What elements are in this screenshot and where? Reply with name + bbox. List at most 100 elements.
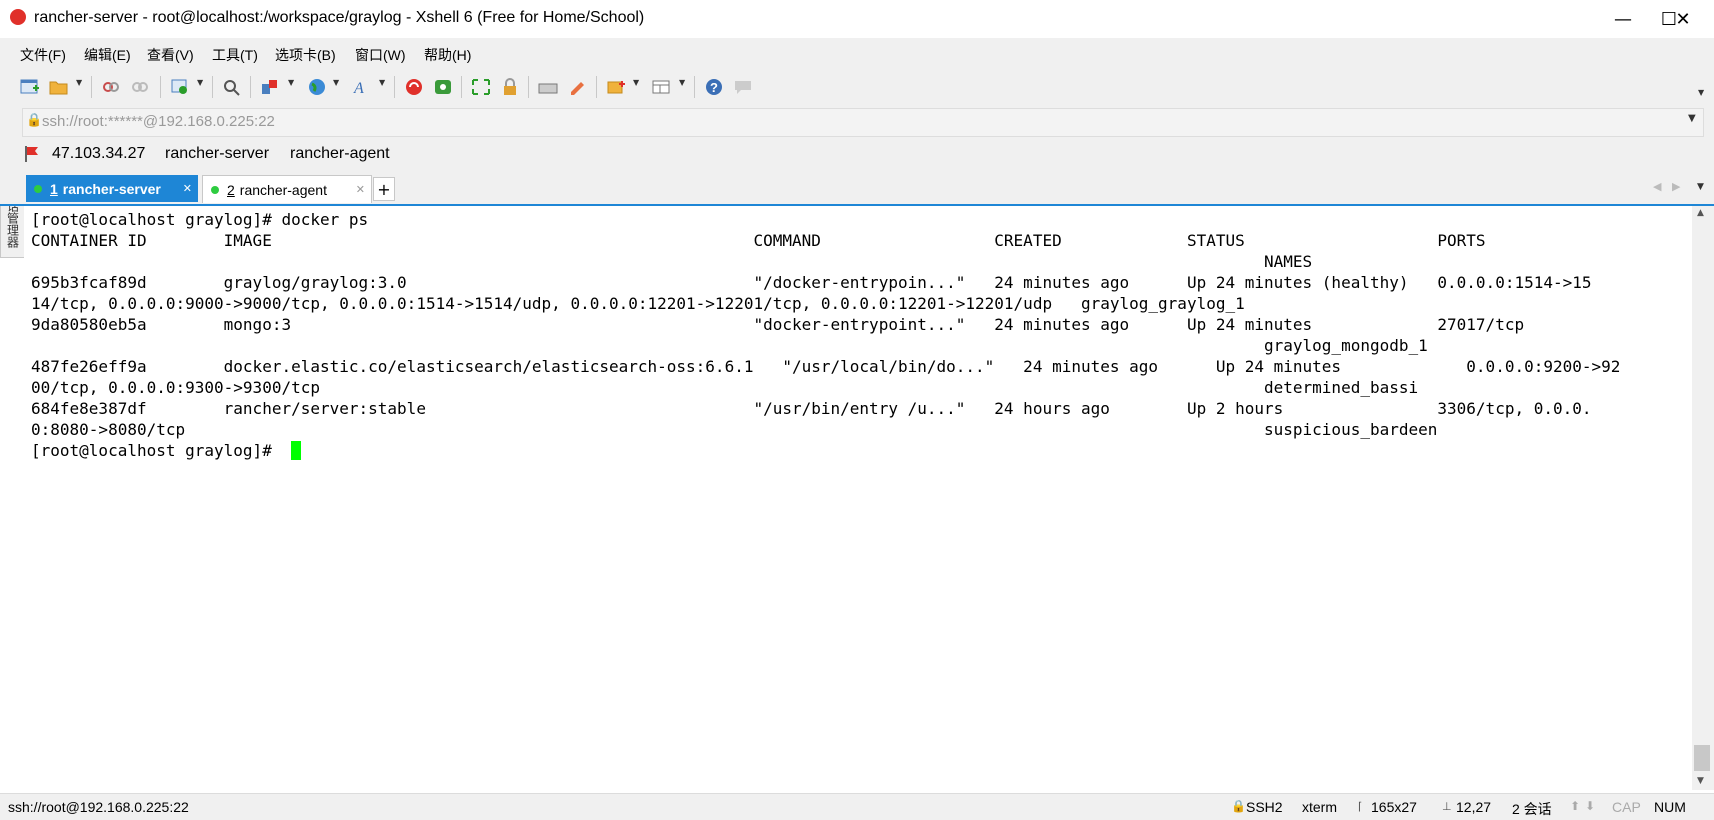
address-value: ssh://root:******@192.168.0.225:22 — [42, 113, 275, 130]
tab-number: 2 — [227, 181, 235, 198]
menu-edit[interactable]: 编辑(E) — [84, 45, 131, 65]
terminal-cursor — [291, 441, 301, 460]
find-icon[interactable] — [220, 75, 244, 99]
toolbar-overflow-icon[interactable]: ▼ — [1698, 88, 1704, 97]
svg-text:?: ? — [710, 80, 718, 95]
terminal-line: 9da80580eb5a mongo:3 "docker-entrypoint.… — [31, 315, 1525, 334]
terminal-line: 487fe26eff9a docker.elastic.co/elasticse… — [31, 357, 1621, 376]
compose-dropdown-icon[interactable]: ▼ — [633, 78, 639, 87]
font-icon[interactable]: A — [350, 75, 374, 99]
tab-number: 1 — [50, 180, 58, 197]
close-button[interactable]: ✕ — [1660, 0, 1706, 38]
terminal-scrollbar[interactable] — [1692, 206, 1714, 790]
terminal-line: 695b3fcaf89d graylog/graylog:3.0 "/docke… — [31, 273, 1592, 292]
add-tab-button[interactable]: + — [373, 177, 395, 201]
highlight-icon[interactable] — [565, 75, 589, 99]
lock-icon[interactable] — [498, 75, 522, 99]
fullscreen-icon[interactable] — [469, 75, 493, 99]
tab-label: rancher-agent — [239, 181, 327, 198]
terminal-line: NAMES — [31, 252, 1313, 271]
xftp-icon[interactable] — [431, 75, 455, 99]
window-title: rancher-server - root@localhost:/workspa… — [34, 9, 645, 26]
scrollbar-thumb[interactable] — [1694, 745, 1710, 771]
chat-icon[interactable] — [731, 75, 755, 99]
status-cap: CAP — [1612, 799, 1641, 815]
transfer-icon[interactable] — [258, 75, 282, 99]
menu-view[interactable]: 查看(V) — [147, 45, 194, 65]
address-dropdown-icon[interactable]: ▼ — [1688, 113, 1696, 124]
size-icon: ⌈ — [1358, 800, 1363, 813]
terminal-line: 0:8080->8080/tcp suspicious_bardeen — [31, 420, 1438, 439]
tab-rancher-agent[interactable]: 2 rancher-agent ✕ — [202, 175, 372, 203]
terminal-line: 00/tcp, 0.0.0.0:9300->9300/tcp determine… — [31, 378, 1419, 397]
terminal-line: graylog_mongodb_1 — [31, 336, 1428, 355]
toolbar-separator — [694, 76, 695, 98]
tab-rancher-server[interactable]: 1 rancher-server ✕ — [26, 175, 198, 202]
connected-dot-icon — [211, 185, 219, 194]
tab-close-icon[interactable]: ✕ — [183, 182, 192, 195]
lock-status-icon: 🔒 — [1231, 799, 1246, 813]
compose-icon[interactable] — [604, 75, 628, 99]
tab-scroll-left-icon[interactable]: ◀ — [1653, 180, 1661, 193]
transfer-dropdown-icon[interactable]: ▼ — [288, 78, 294, 87]
toolbar-separator — [250, 76, 251, 98]
position-icon: ⊥ — [1442, 800, 1452, 813]
status-term: xterm — [1302, 799, 1337, 815]
terminal-line: 684fe8e387df rancher/server:stable "/usr… — [31, 399, 1592, 418]
new-session-icon[interactable] — [18, 75, 42, 99]
menu-window[interactable]: 窗口(W) — [355, 45, 406, 65]
session-link-3[interactable]: rancher-agent — [290, 145, 390, 163]
connected-dot-icon — [34, 184, 42, 193]
layout-icon[interactable] — [649, 75, 673, 99]
terminal-line: [root@localhost graylog]# docker ps — [31, 210, 369, 229]
globe-icon[interactable] — [305, 75, 329, 99]
menu-tab[interactable]: 选项卡(B) — [275, 45, 336, 65]
status-connection: ssh://root@192.168.0.225:22 — [8, 799, 189, 815]
open-folder-icon[interactable] — [47, 75, 71, 99]
scroll-up-icon[interactable]: ▲ — [1697, 208, 1704, 218]
toolbar-separator — [212, 76, 213, 98]
help-icon[interactable]: ? — [702, 75, 726, 99]
menu-file[interactable]: 文件(F) — [20, 45, 66, 65]
menu-help[interactable]: 帮助(H) — [424, 45, 471, 65]
reconnect-icon[interactable] — [99, 75, 123, 99]
svg-text:A: A — [353, 80, 364, 96]
toolbar-separator — [91, 76, 92, 98]
tab-close-icon[interactable]: ✕ — [356, 183, 365, 196]
scroll-down-icon[interactable]: ▼ — [1697, 776, 1704, 786]
toolbar-separator — [394, 76, 395, 98]
open-dropdown-icon[interactable]: ▼ — [76, 78, 82, 87]
keyboard-icon[interactable] — [536, 75, 560, 99]
minimize-button[interactable]: — — [1600, 0, 1646, 38]
toolbar-separator — [596, 76, 597, 98]
globe-dropdown-icon[interactable]: ▼ — [333, 78, 339, 87]
app-logo-icon — [10, 9, 26, 25]
menu-tools[interactable]: 工具(T) — [212, 45, 258, 65]
toolbar-separator — [461, 76, 462, 98]
terminal-line: 14/tcp, 0.0.0.0:9000->9000/tcp, 0.0.0.0:… — [31, 294, 1245, 313]
status-protocol: SSH2 — [1246, 799, 1283, 815]
status-position: 12,27 — [1456, 799, 1492, 815]
terminal-line: CONTAINER ID IMAGE COMMAND CREATED STATU… — [31, 231, 1486, 250]
session-link-1[interactable]: 47.103.34.27 — [52, 145, 145, 163]
xshell-logo-icon[interactable] — [402, 75, 426, 99]
disconnect-icon[interactable] — [128, 75, 152, 99]
properties-dropdown-icon[interactable]: ▼ — [197, 78, 203, 87]
toolbar-separator — [528, 76, 529, 98]
tab-list-dropdown-icon[interactable]: ▼ — [1697, 182, 1704, 192]
tab-scroll-right-icon[interactable]: ▶ — [1672, 180, 1680, 193]
session-up-icon[interactable]: ⬆ — [1570, 799, 1580, 813]
status-size: 165x27 — [1371, 799, 1417, 815]
toolbar-separator — [160, 76, 161, 98]
layout-dropdown-icon[interactable]: ▼ — [679, 78, 685, 87]
flag-icon — [24, 145, 38, 162]
status-num: NUM — [1654, 799, 1686, 815]
terminal-line: [root@localhost graylog]# — [31, 441, 282, 460]
tab-label: rancher-server — [62, 180, 161, 197]
session-link-2[interactable]: rancher-server — [165, 145, 269, 163]
status-sessions: 2 会话 — [1512, 801, 1552, 817]
lock-small-icon: 🔒 — [26, 113, 43, 128]
font-dropdown-icon[interactable]: ▼ — [379, 78, 385, 87]
session-down-icon[interactable]: ⬇ — [1585, 799, 1595, 813]
properties-icon[interactable] — [168, 75, 192, 99]
